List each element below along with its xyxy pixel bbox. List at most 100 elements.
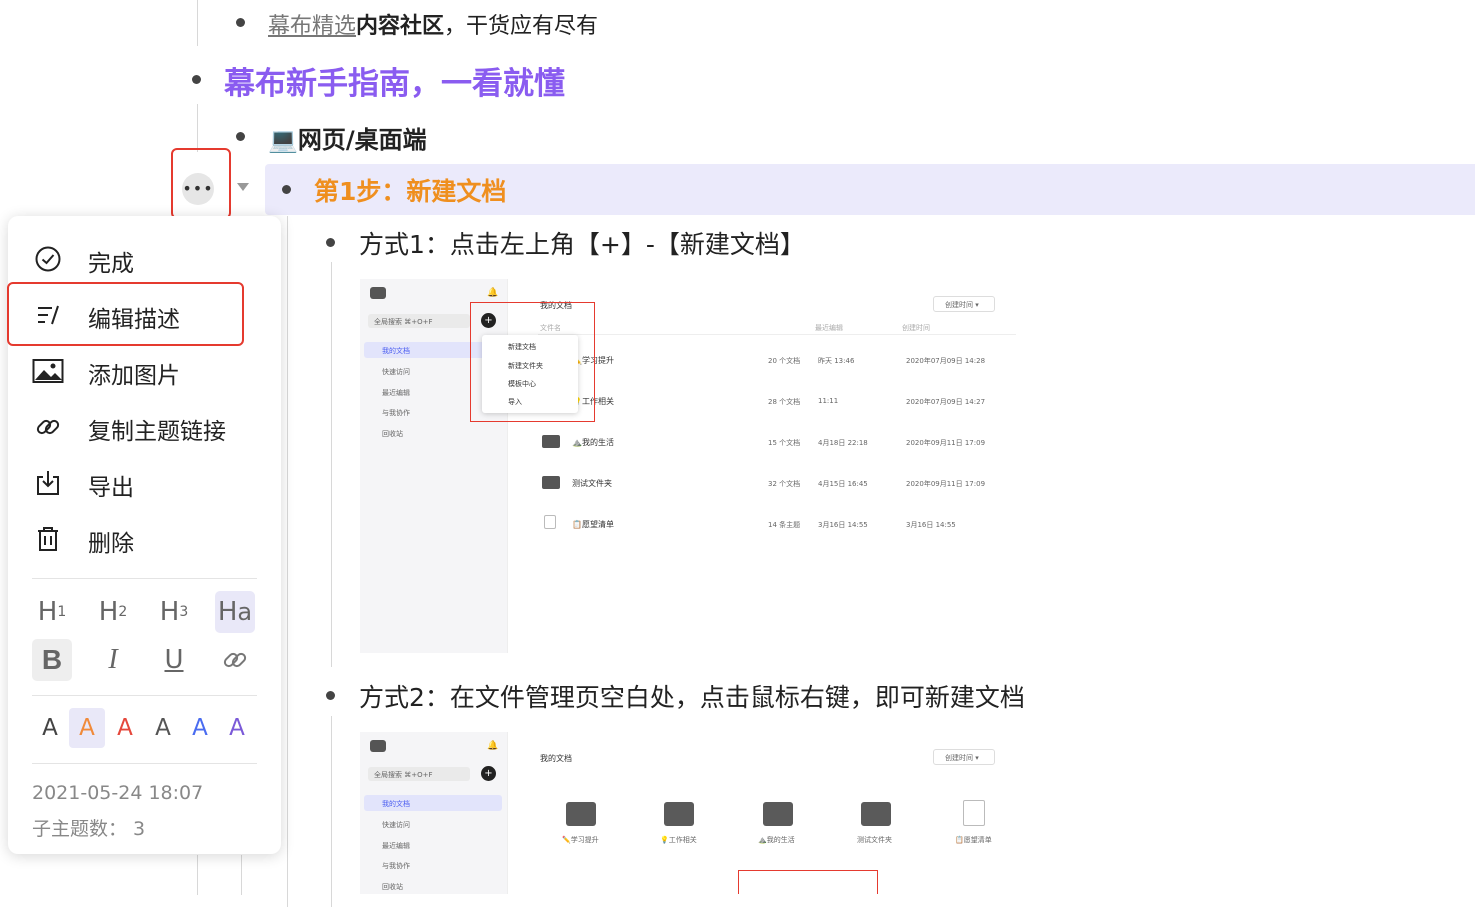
s2-tile-3: 测试文件夹 [857,836,892,844]
s1-row-1-edited: 11:11 [818,397,839,405]
node-bullet[interactable] [236,18,245,27]
s1-nav-4: 回收站 [382,430,403,438]
s1-doc-icon [544,515,556,529]
s1-nav-3: 与我协作 [382,409,410,417]
s2-folder-icon [861,802,891,826]
s2-title: 我的文档 [540,754,572,763]
s1-row-3-name: 测试文件夹 [572,479,612,488]
outline-node-method1[interactable]: 方式1：点击左上角【+】-【新建文档】 [359,225,805,261]
menu-item-label: 复制主题链接 [88,419,226,445]
collapse-arrow-icon[interactable] [237,183,249,191]
method1-screenshot[interactable]: 🔔 全局搜索 ⌘+O+F + 我的文档 快速访问 最近编辑 与我协作 回收站 我… [360,279,1020,653]
s1-row-3-count: 32 个文档 [768,480,801,488]
heading-1-button[interactable]: H1 [32,591,72,633]
menu-item-export[interactable]: 导出 [8,455,281,511]
color-red-button[interactable]: A [107,708,143,748]
node-bullet[interactable] [326,238,335,247]
menu-item-add-image[interactable]: 添加图片 [8,343,281,399]
link-icon [223,652,247,668]
s1-col-created: 创建时间 [902,324,930,332]
method2-screenshot[interactable]: 🔔 全局搜索 ⌘+O+F + 我的文档 快速访问 最近编辑 与我协作 回收站 我… [360,732,1020,894]
s2-nav-1: 快速访问 [382,821,410,829]
s1-sort-text: 创建时间 ▾ [945,301,979,309]
s1-nav-1: 快速访问 [382,368,410,376]
node-bullet[interactable] [236,132,245,141]
s2-tile-1: 💡工作相关 [660,836,697,844]
node-timestamp: 2021-05-24 18:07 [32,782,204,804]
s1-col-edited: 最近编辑 [815,324,843,332]
community-link[interactable]: 幕布精选 [268,14,356,39]
child-count-label: 子主题数： [32,818,128,840]
s1-row-2-created: 2020年09月11日 17:09 [906,439,986,447]
s1-row-0-count: 20 个文档 [768,357,801,365]
image-icon [32,357,64,385]
outline-node-guide[interactable]: 幕布新手指南，一看就懂 [224,58,565,103]
outline-guide-line [241,855,242,895]
outline-node-web[interactable]: 💻网页/桌面端 [268,120,427,155]
s2-bell-icon: 🔔 [487,741,499,751]
s1-folder-icon [542,435,560,448]
s1-row-1-created: 2020年07月09日 14:27 [906,398,986,406]
link-style-button[interactable] [215,639,255,681]
s1-folder-icon [542,476,560,489]
s2-nav-0: 我的文档 [382,800,410,808]
s1-nav-0: 我的文档 [382,347,410,355]
s1-row-3-created: 2020年09月11日 17:09 [906,480,986,488]
menu-item-label: 添加图片 [88,363,180,389]
s1-nav-2: 最近编辑 [382,389,410,397]
menu-item-complete[interactable]: 完成 [8,231,281,287]
menu-item-delete[interactable]: 删除 [8,511,281,567]
s2-tile-0: ✏️学习提升 [562,836,599,844]
italic-button[interactable]: I [93,639,133,681]
link-icon [32,413,64,441]
s1-row-4-name: 📋愿望清单 [572,520,614,529]
s1-row-0-edited: 昨天 13:46 [818,357,855,365]
color-orange-button[interactable]: A [69,708,105,748]
outline-guide-line [331,716,332,907]
s1-avatar [370,287,386,299]
s2-nav-3: 与我协作 [382,862,410,870]
s1-search-text: 全局搜索 ⌘+O+F [374,318,433,326]
bold-button[interactable]: B [32,639,72,681]
s2-folder-icon [566,802,596,826]
s2-add-button: + [481,766,496,781]
more-options-button[interactable]: ••• [182,173,214,205]
s1-row-2-name: ⛰️我的生活 [572,438,614,447]
color-blue-button[interactable]: A [182,708,218,748]
menu-divider [32,763,257,764]
s2-sidebar: 🔔 全局搜索 ⌘+O+F + 我的文档 快速访问 最近编辑 与我协作 回收站 [360,732,508,894]
s1-row-2-count: 15 个文档 [768,439,801,447]
menu-item-label: 完成 [88,251,134,277]
community-rest: ，干货应有尽有 [444,14,599,39]
node-bullet[interactable] [192,75,201,84]
s1-row-3-edited: 4月15日 16:45 [818,480,868,488]
outline-node-step1[interactable]: 第1步：新建文档 [314,172,506,208]
menu-item-copy-link[interactable]: 复制主题链接 [8,399,281,455]
s1-row-0-created: 2020年07月09日 14:28 [906,357,986,365]
outline-node-method2[interactable]: 方式2：在文件管理页空白处，点击鼠标右键，即可新建文档 [359,678,1025,714]
color-gray-button[interactable]: A [145,708,181,748]
underline-button[interactable]: U [154,639,194,681]
heading-3-button[interactable]: H3 [154,591,194,633]
s2-red-highlight [738,870,878,894]
menu-item-label: 导出 [88,475,134,501]
menu-divider [32,578,257,579]
s1-red-highlight [470,302,595,422]
check-circle-icon [32,245,64,273]
menu-divider [32,695,257,696]
s1-bell-icon: 🔔 [487,288,499,298]
outline-guide-line [331,262,332,667]
color-purple-button[interactable]: A [219,708,255,748]
more-dots-icon: ••• [182,179,214,198]
s2-nav-2: 最近编辑 [382,842,410,850]
heading-2-button[interactable]: H2 [93,591,133,633]
child-count-value: 3 [133,818,146,840]
outline-guide-line [197,855,198,895]
s2-sort-text: 创建时间 ▾ [945,754,979,762]
node-bullet[interactable] [282,185,291,194]
heading-normal-button[interactable]: Ha [215,591,255,633]
outline-guide-line [287,216,288,907]
outline-node-community[interactable]: 幕布精选内容社区，干货应有尽有 [268,8,598,40]
color-default-button[interactable]: A [32,708,68,748]
node-bullet[interactable] [326,691,335,700]
